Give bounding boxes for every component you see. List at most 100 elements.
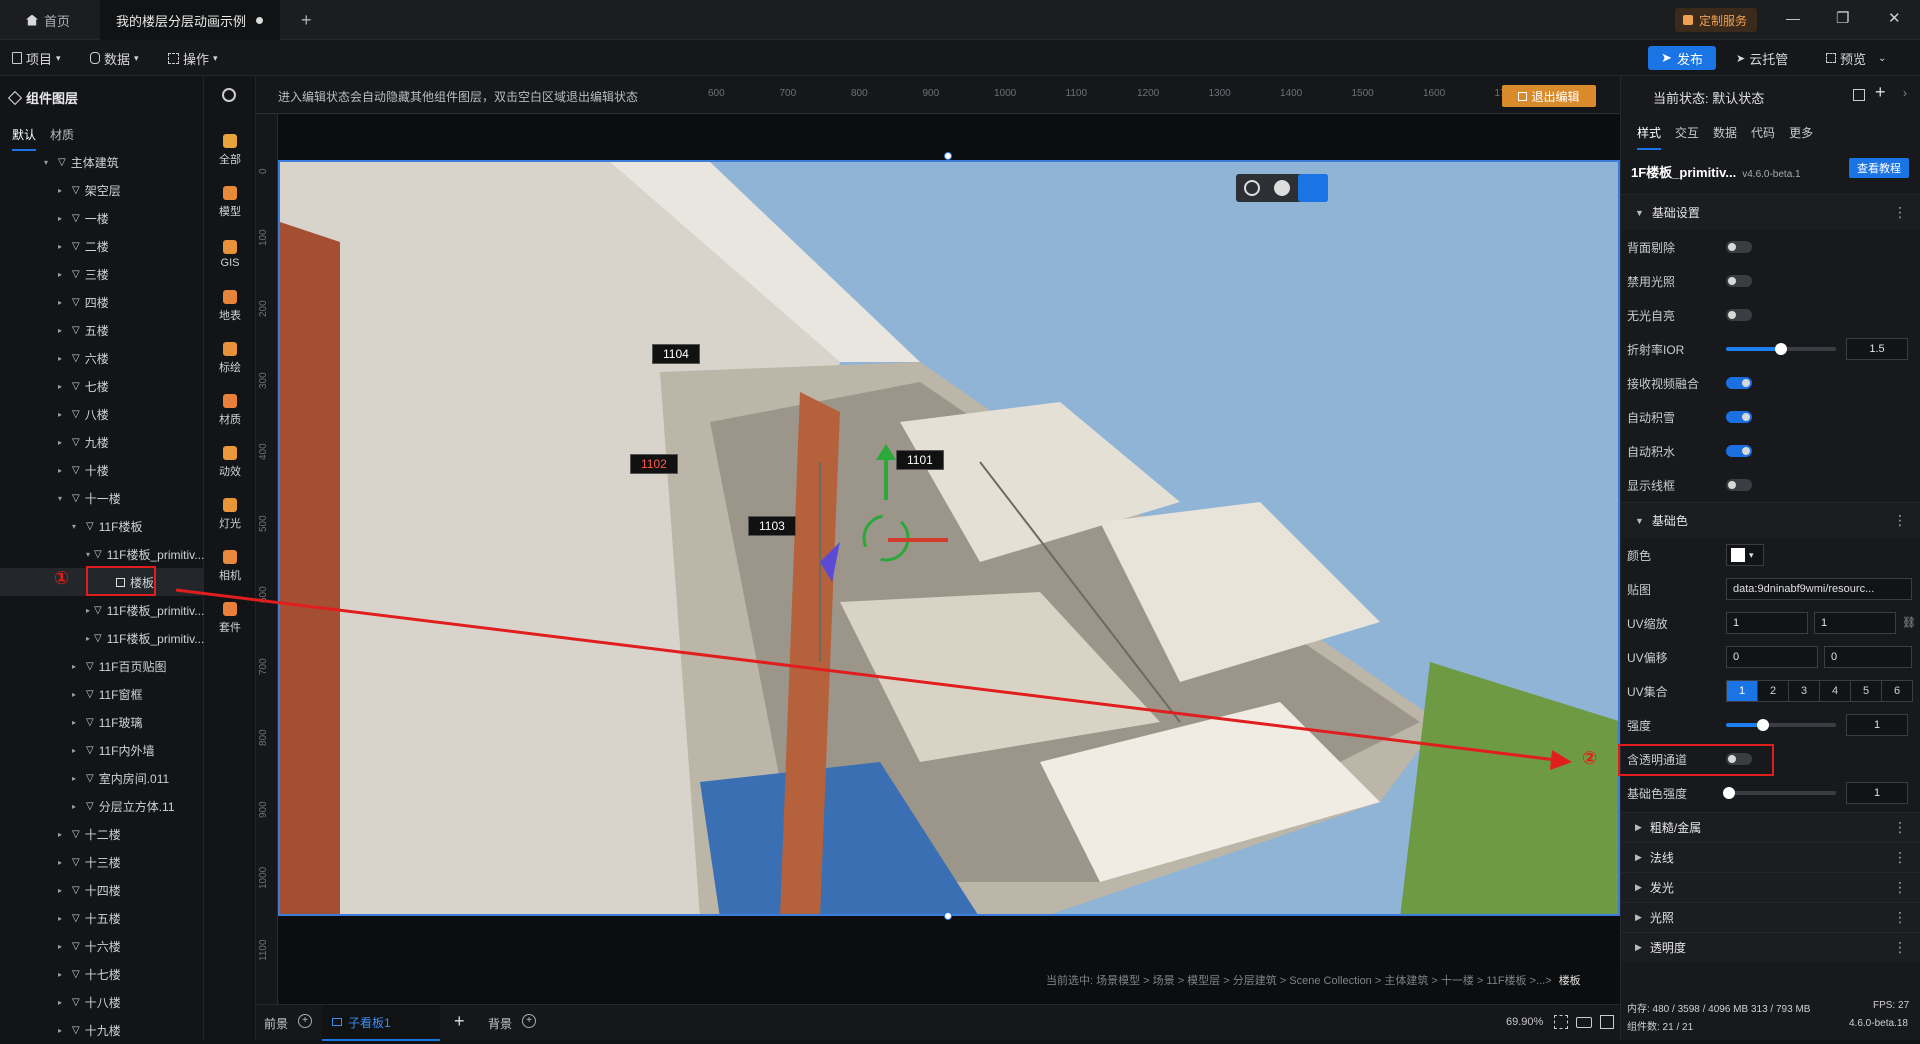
caret-right-icon[interactable]: ▸ xyxy=(72,690,82,699)
tree-item[interactable]: ▸ ▽ 十五楼 xyxy=(0,904,204,932)
caret-right-icon[interactable]: ▸ xyxy=(58,998,68,1007)
exit-edit-button[interactable]: 退出编辑 xyxy=(1502,85,1596,107)
ior-input[interactable]: 1.5 xyxy=(1846,338,1908,360)
caret-right-icon[interactable]: ▸ xyxy=(58,410,68,419)
category-effect[interactable]: 动效 xyxy=(204,436,256,488)
uv-offset-y-input[interactable]: 0 xyxy=(1824,646,1912,668)
uv-set-option[interactable]: 2 xyxy=(1757,680,1789,702)
caret-right-icon[interactable]: ▸ xyxy=(58,214,68,223)
tree-item[interactable]: ▸ ▽ 架空层 xyxy=(0,176,204,204)
caret-right-icon[interactable]: ▸ xyxy=(58,186,68,195)
tree-item[interactable]: ▸ ▽ 三楼 xyxy=(0,260,204,288)
caret-right-icon[interactable]: ▸ xyxy=(58,858,68,867)
caret-right-icon[interactable]: ▸ xyxy=(58,326,68,335)
tab-more[interactable]: 更多 xyxy=(1789,124,1813,156)
tree-item[interactable]: ▸ ▽ 十六楼 xyxy=(0,932,204,960)
uv-set-option[interactable]: 5 xyxy=(1850,680,1882,702)
more-icon[interactable]: ⋮ xyxy=(1893,909,1907,926)
unlit-toggle[interactable] xyxy=(1726,309,1752,321)
resize-handle-top[interactable] xyxy=(944,152,952,160)
caret-right-icon[interactable]: ▸ xyxy=(58,438,68,447)
caret-right-icon[interactable]: ▸ xyxy=(58,914,68,923)
tree-item[interactable]: ▸ ▽ 八楼 xyxy=(0,400,204,428)
strength-input[interactable]: 1 xyxy=(1846,714,1908,736)
caret-right-icon[interactable]: ▸ xyxy=(58,382,68,391)
tree-item[interactable]: ▸ ▽ 十二楼 xyxy=(0,820,204,848)
uv-set-option[interactable]: 3 xyxy=(1788,680,1820,702)
section-basic-settings[interactable]: ▼ 基础设置 ⋮ xyxy=(1621,194,1920,230)
uv-offset-x-input[interactable]: 0 xyxy=(1726,646,1818,668)
tree-item[interactable]: ▸ ▽ 室内房间.011 xyxy=(0,764,204,792)
menu-data[interactable]: 数据 ▾ xyxy=(90,40,139,76)
uv-set-option[interactable]: 1 xyxy=(1726,680,1758,702)
tree-item[interactable]: ▸ ▽ 十四楼 xyxy=(0,876,204,904)
base-color-strength-slider-knob[interactable] xyxy=(1723,787,1736,799)
category-camera[interactable]: 相机 xyxy=(204,540,256,592)
section-collapsed[interactable]: ▶ 光照 ⋮ xyxy=(1621,902,1920,932)
tree-item[interactable]: ▸ ▽ 十八楼 xyxy=(0,988,204,1016)
caret-right-icon[interactable]: ▸ xyxy=(86,634,90,643)
auto-snow-toggle[interactable] xyxy=(1726,411,1752,423)
publish-button[interactable]: ➤ 发布 xyxy=(1648,46,1716,70)
caret-right-icon[interactable]: ▸ xyxy=(58,466,68,475)
tab-child-board[interactable]: 子看板1 xyxy=(322,1005,440,1041)
tree-item[interactable]: ▾ ▽ 主体建筑 xyxy=(0,148,204,176)
tree-item[interactable]: ▸ ▽ 七楼 xyxy=(0,372,204,400)
caret-right-icon[interactable]: ▸ xyxy=(58,886,68,895)
tab-document[interactable]: 我的楼层分层动画示例 xyxy=(100,0,280,40)
more-icon[interactable]: ⋮ xyxy=(1893,204,1907,221)
category-light[interactable]: 灯光 xyxy=(204,488,256,540)
tree-item[interactable]: ▸ ▽ 11F窗框 xyxy=(0,680,204,708)
category-grid[interactable]: 全部 xyxy=(204,124,256,176)
category-material[interactable]: 材质 xyxy=(204,384,256,436)
tree-item[interactable]: ▾ ▽ 十一楼 xyxy=(0,484,204,512)
add-board-button[interactable]: + xyxy=(454,1011,465,1032)
view-tutorial-button[interactable]: 查看教程 xyxy=(1849,158,1909,178)
ior-slider-knob[interactable] xyxy=(1775,343,1787,355)
zoom-level[interactable]: 69.90% xyxy=(1506,1016,1543,1028)
cloud-host-button[interactable]: ➤ 云托管 xyxy=(1736,40,1788,76)
fit-screen-icon[interactable] xyxy=(1554,1015,1568,1029)
caret-right-icon[interactable]: ▸ xyxy=(58,1026,68,1035)
tab-home[interactable]: 首页 xyxy=(10,0,86,40)
tree-item[interactable]: ▸ ▽ 11F内外墙 xyxy=(0,736,204,764)
strength-slider-knob[interactable] xyxy=(1757,719,1770,731)
caret-right-icon[interactable]: ▸ xyxy=(72,802,82,811)
color-picker[interactable]: ▾ xyxy=(1726,544,1764,566)
backface-cull-toggle[interactable] xyxy=(1726,241,1752,253)
wireframe-toggle[interactable] xyxy=(1726,479,1752,491)
maximize-button[interactable]: ❐ xyxy=(1836,9,1849,27)
terminal-icon[interactable] xyxy=(1600,1015,1614,1029)
caret-right-icon[interactable]: ▸ xyxy=(86,606,90,615)
background-label[interactable]: 背景 xyxy=(488,1015,512,1032)
add-foreground-icon[interactable]: + xyxy=(298,1014,312,1028)
tree-item[interactable]: ▸ ▽ 11F百页贴图 xyxy=(0,652,204,680)
tree-item[interactable]: ▸ ▽ 11F楼板_primitiv... xyxy=(0,596,204,624)
disable-light-toggle[interactable] xyxy=(1726,275,1752,287)
tree-item[interactable]: ▾ ▽ 11F楼板 xyxy=(0,512,204,540)
section-collapsed[interactable]: ▶ 粗糙/金属 ⋮ xyxy=(1621,812,1920,842)
auto-water-toggle[interactable] xyxy=(1726,445,1752,457)
minimize-button[interactable]: — xyxy=(1786,10,1800,26)
search-icon[interactable] xyxy=(222,88,236,102)
caret-right-icon[interactable]: ▸ xyxy=(72,718,82,727)
caret-right-icon[interactable]: ▸ xyxy=(72,662,82,671)
rotate-icon[interactable] xyxy=(1298,174,1328,202)
section-collapsed[interactable]: ▶ 法线 ⋮ xyxy=(1621,842,1920,872)
new-tab-button[interactable]: + xyxy=(285,0,328,40)
chevron-right-icon[interactable]: › xyxy=(1903,86,1907,100)
tree-item[interactable]: ▾ ▽ 11F楼板_primitiv... xyxy=(0,540,204,568)
category-kit[interactable]: 套件 xyxy=(204,592,256,644)
tree-item[interactable]: ▸ ▽ 二楼 xyxy=(0,232,204,260)
menu-operate[interactable]: 操作 ▾ xyxy=(168,40,218,76)
tree-item[interactable]: ▸ ▽ 十三楼 xyxy=(0,848,204,876)
more-icon[interactable]: ⋮ xyxy=(1893,939,1907,956)
custom-service-button[interactable]: 定制服务 xyxy=(1675,8,1758,32)
caret-right-icon[interactable]: ▸ xyxy=(58,970,68,979)
tree-item[interactable]: ▸ ▽ 11F玻璃 xyxy=(0,708,204,736)
caret-right-icon[interactable]: ▸ xyxy=(58,298,68,307)
resize-handle-bottom[interactable] xyxy=(944,912,952,920)
link-icon[interactable]: ⛓ xyxy=(1902,616,1916,629)
close-button[interactable]: ✕ xyxy=(1888,9,1901,27)
caret-right-icon[interactable]: ▸ xyxy=(58,942,68,951)
